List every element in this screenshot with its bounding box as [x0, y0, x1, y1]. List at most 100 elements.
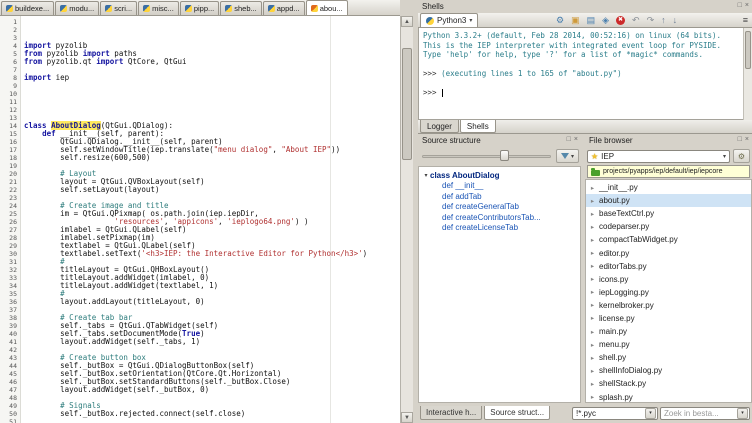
expand-icon[interactable]: ▸	[589, 341, 596, 349]
structure-filter-button[interactable]: ▾	[556, 149, 579, 163]
scrollbar-thumb[interactable]	[402, 48, 412, 160]
clear-screen-icon[interactable]: ▤	[587, 15, 596, 25]
tab-shells[interactable]: Shells	[460, 120, 496, 133]
float-panel-icon[interactable]: □	[567, 136, 571, 144]
file-row[interactable]: ▸shell.py	[586, 351, 751, 364]
file-row[interactable]: ▸__init__.py	[586, 181, 751, 194]
editor-tab[interactable]: pipp...	[180, 1, 219, 15]
tree-item[interactable]: def addTab	[419, 191, 580, 202]
shell-scrollbar[interactable]	[743, 28, 752, 120]
search-in-files-input[interactable]	[664, 409, 735, 418]
bookmark-dropdown[interactable]: ★ IEP ▾	[587, 150, 730, 163]
float-panel-icon[interactable]: □	[738, 2, 742, 10]
file-row[interactable]: ▸main.py	[586, 325, 751, 338]
expand-icon[interactable]: ▸	[589, 288, 596, 296]
chevron-down-icon[interactable]: ▾	[645, 408, 656, 419]
expand-icon[interactable]: ▸	[589, 301, 596, 309]
file-row[interactable]: ▸menu.py	[586, 338, 751, 351]
shell-output[interactable]: Python 3.3.2+ (default, Feb 28 2014, 00:…	[418, 28, 752, 120]
path-bar[interactable]: projects/pyapps/iep/default/iep/iepcore	[587, 165, 750, 178]
editor-tab[interactable]: scri...	[100, 1, 137, 15]
editor-tab-label: abou...	[320, 4, 343, 13]
close-panel-icon[interactable]: ×	[745, 136, 749, 144]
terminate-shell-icon[interactable]: ✖	[616, 16, 625, 25]
file-row[interactable]: ▸editor.py	[586, 246, 751, 259]
expand-icon[interactable]: ▸	[589, 210, 596, 218]
source-structure-tree[interactable]: ▾class AboutDialogdef __init__def addTab…	[418, 166, 581, 403]
expand-icon[interactable]: ▸	[589, 393, 596, 401]
editor-tab[interactable]: abou...	[306, 0, 348, 15]
editor-tab[interactable]: modu...	[55, 1, 99, 15]
file-name: about.py	[599, 196, 630, 205]
close-panel-icon[interactable]: ×	[745, 2, 749, 10]
expand-icon[interactable]: ▸	[589, 314, 596, 322]
scrollbar-up-icon[interactable]: ▲	[401, 16, 413, 27]
file-row[interactable]: ▸codeparser.py	[586, 220, 751, 233]
expand-icon[interactable]: ▸	[589, 275, 596, 283]
redo-icon[interactable]: ↷	[647, 15, 655, 25]
chevron-down-icon[interactable]: ▾	[737, 408, 748, 419]
editor-tab[interactable]: misc...	[138, 1, 179, 15]
scroll-down-icon[interactable]: ↓	[673, 15, 678, 25]
slider-handle[interactable]	[500, 150, 509, 161]
expanded-icon[interactable]: ▾	[422, 172, 430, 179]
line-number: 16	[0, 138, 17, 146]
edit-shell-config-icon[interactable]: ⚙	[556, 15, 564, 25]
file-row[interactable]: ▸compactTabWidget.py	[586, 233, 751, 246]
browser-options-button[interactable]: ⚙	[733, 149, 750, 163]
editor-tab-label: scri...	[114, 4, 132, 13]
tree-item[interactable]: def __init__	[419, 181, 580, 192]
scroll-up-icon[interactable]: ↑	[661, 15, 666, 25]
float-panel-icon[interactable]: □	[738, 136, 742, 144]
close-panel-icon[interactable]: ×	[574, 136, 578, 144]
file-filter-combo[interactable]: ▾	[572, 407, 658, 420]
editor-scrollbar[interactable]: ▲ ▼	[400, 16, 413, 423]
tree-item[interactable]: def createContributorsTab...	[419, 212, 580, 223]
editor-tab[interactable]: appd...	[263, 1, 305, 15]
expand-icon[interactable]: ▸	[589, 223, 596, 231]
file-row[interactable]: ▸icons.py	[586, 273, 751, 286]
file-row[interactable]: ▸license.py	[586, 312, 751, 325]
editor-tab-label: sheb...	[234, 4, 257, 13]
file-row[interactable]: ▸baseTextCtrl.py	[586, 207, 751, 220]
tool-tab[interactable]: Source struct...	[484, 406, 550, 420]
file-row[interactable]: ▸editorTabs.py	[586, 260, 751, 273]
undo-icon[interactable]: ↶	[632, 15, 640, 25]
depth-slider[interactable]	[420, 149, 553, 163]
tree-item[interactable]: def createLicenseTab	[419, 223, 580, 234]
tree-item[interactable]: def createGeneralTab	[419, 202, 580, 213]
shell-scrollbar-thumb[interactable]	[745, 31, 751, 69]
scrollbar-down-icon[interactable]: ▼	[401, 412, 413, 423]
tool-tab[interactable]: Interactive h...	[420, 406, 482, 420]
tree-item[interactable]: ▾class AboutDialog	[419, 170, 580, 181]
file-row[interactable]: ▸splash.py	[586, 391, 751, 404]
expand-icon[interactable]: ▸	[589, 249, 596, 257]
file-filter-input[interactable]	[576, 409, 643, 418]
interrupt-shell-icon[interactable]: ◈	[602, 15, 609, 25]
expand-icon[interactable]: ▸	[589, 367, 596, 375]
editor-tab[interactable]: sheb...	[220, 1, 262, 15]
code-area[interactable]: import pyzolibfrom pyzolib import pathsf…	[21, 16, 400, 423]
file-row[interactable]: ▸iepLogging.py	[586, 286, 751, 299]
tab-logger[interactable]: Logger	[420, 120, 459, 133]
file-list[interactable]: ▸__init__.py▸about.py▸baseTextCtrl.py▸co…	[585, 179, 752, 403]
expand-icon[interactable]: ▸	[589, 380, 596, 388]
file-row[interactable]: ▸about.py	[586, 194, 751, 207]
expand-icon[interactable]: ▸	[589, 328, 596, 336]
editor-tab[interactable]: buildexe...	[1, 1, 54, 15]
code-editor[interactable]: 1234567891011121314151617181920212223242…	[0, 16, 400, 423]
expand-icon[interactable]: ▸	[589, 197, 596, 205]
open-shell-dir-icon[interactable]: ▣	[571, 15, 580, 25]
expand-icon[interactable]: ▸	[589, 262, 596, 270]
file-row[interactable]: ▸kernelbroker.py	[586, 299, 751, 312]
expand-icon[interactable]: ▸	[589, 184, 596, 192]
expand-icon[interactable]: ▸	[589, 236, 596, 244]
search-in-files-combo[interactable]: ▾	[660, 407, 750, 420]
shell-menu-icon[interactable]: ≡	[743, 15, 748, 25]
chevron-down-icon[interactable]: ▾	[723, 153, 726, 160]
file-row[interactable]: ▸shellStack.py	[586, 377, 751, 390]
file-row[interactable]: ▸shellInfoDialog.py	[586, 364, 751, 377]
expand-icon[interactable]: ▸	[589, 354, 596, 362]
chevron-down-icon[interactable]: ▾	[469, 17, 472, 24]
shell-tab-python3[interactable]: Python3 ▾	[420, 13, 478, 27]
